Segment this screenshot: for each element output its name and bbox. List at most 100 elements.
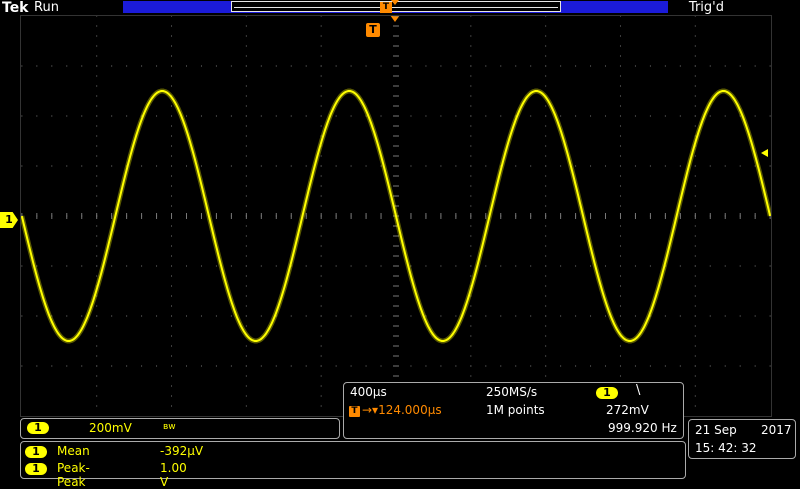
channel-scale-panel[interactable]: 1 200mV ʙw [20, 418, 340, 439]
grid-dot [171, 295, 173, 297]
measurement-value: -392μV [160, 444, 204, 458]
grid-dot [440, 165, 442, 167]
grid-dot [320, 405, 322, 407]
bandwidth-limit-icon: ʙw [163, 422, 176, 432]
grid-dot [171, 115, 173, 117]
grid-dot [230, 315, 232, 317]
grid-dot [410, 165, 412, 167]
grid-dot [96, 245, 98, 247]
grid-dot [679, 265, 681, 267]
grid-dot [215, 265, 217, 267]
grid-dot [485, 315, 487, 317]
grid-dot [455, 265, 457, 267]
grid-dot [649, 365, 651, 367]
grid-dot [470, 25, 472, 27]
channel-1-marker[interactable]: 1 [0, 212, 18, 228]
grid-dot [694, 55, 696, 57]
grid-dot [66, 315, 68, 317]
grid-dot [754, 265, 756, 267]
grid-dot [305, 365, 307, 367]
grid-dot [739, 165, 741, 167]
grid-dot [51, 365, 53, 367]
grid-dot [619, 295, 621, 297]
grid-dot [245, 265, 247, 267]
grid-dot [530, 115, 532, 117]
grid-dot [590, 115, 592, 117]
grid-dot [739, 65, 741, 67]
grid-dot [440, 265, 442, 267]
grid-dot [724, 365, 726, 367]
grid-dot [260, 65, 262, 67]
grid-dot [290, 365, 292, 367]
brand-logo: Tek [2, 0, 29, 16]
grid-dot [619, 255, 621, 257]
grid-dot [245, 275, 247, 277]
grid-dot [619, 205, 621, 207]
grid-dot [290, 115, 292, 117]
grid-dot [245, 25, 247, 27]
grid-dot [320, 95, 322, 97]
grid-dot [619, 95, 621, 97]
grid-dot [66, 165, 68, 167]
grid-dot [245, 75, 247, 77]
grid-dot [769, 165, 771, 167]
grid-dot [694, 355, 696, 357]
grid-dot [530, 65, 532, 67]
grid-dot [320, 165, 322, 167]
grid-dot [21, 265, 23, 267]
measurement-panel[interactable]: 1 Mean -392μV 1 Peak-Peak 1.00 V [20, 441, 686, 489]
grid-dot [51, 165, 53, 167]
grid-dot [694, 16, 696, 17]
grid-dot [96, 335, 98, 337]
grid-dot [245, 195, 247, 197]
grid-dot [619, 85, 621, 87]
grid-dot [634, 115, 636, 117]
grid-dot [575, 265, 577, 267]
grid-dot [500, 315, 502, 317]
grid-dot [260, 265, 262, 267]
grid-dot [96, 405, 98, 407]
grid-dot [605, 165, 607, 167]
grid-dot [619, 115, 621, 117]
grid-dot [560, 365, 562, 367]
grid-dot [664, 65, 666, 67]
grid-dot [619, 265, 621, 267]
grid-dot [96, 145, 98, 147]
grid-dot [560, 315, 562, 317]
grid-dot [275, 65, 277, 67]
grid-dot [200, 165, 202, 167]
grid-dot [724, 65, 726, 67]
trigger-slope-icon: \ [636, 383, 641, 398]
grid-dot [111, 65, 113, 67]
grid-dot [470, 55, 472, 57]
grid-dot [320, 195, 322, 197]
grid-dot [545, 85, 547, 87]
trigger-level-icon[interactable] [761, 149, 768, 157]
grid-dot [245, 225, 247, 227]
grid-dot [171, 195, 173, 197]
grid-dot [245, 165, 247, 167]
grid-dot [111, 265, 113, 267]
grid-dot [664, 165, 666, 167]
grid-dot [171, 335, 173, 337]
grid-dot [619, 35, 621, 37]
grid-dot [320, 315, 322, 317]
grid-dot [96, 315, 98, 317]
grid-dot [96, 95, 98, 97]
grid-dot [200, 315, 202, 317]
grid-dot [185, 365, 187, 367]
grid-dot [245, 285, 247, 287]
grid-dot [709, 365, 711, 367]
grid-dot [605, 65, 607, 67]
acquisition-panel[interactable]: 400μs 250MS/s 1 \ T →▾124.000μs 1M point… [343, 382, 684, 439]
grid-dot [245, 185, 247, 187]
grid-dot [171, 185, 173, 187]
grid-dot [245, 85, 247, 87]
grid-dot [21, 365, 23, 367]
grid-dot [171, 305, 173, 307]
grid-dot [380, 365, 382, 367]
grid-dot [21, 65, 23, 67]
grid-dot [21, 315, 23, 317]
grid-dot [545, 205, 547, 207]
grid-dot [245, 115, 247, 117]
